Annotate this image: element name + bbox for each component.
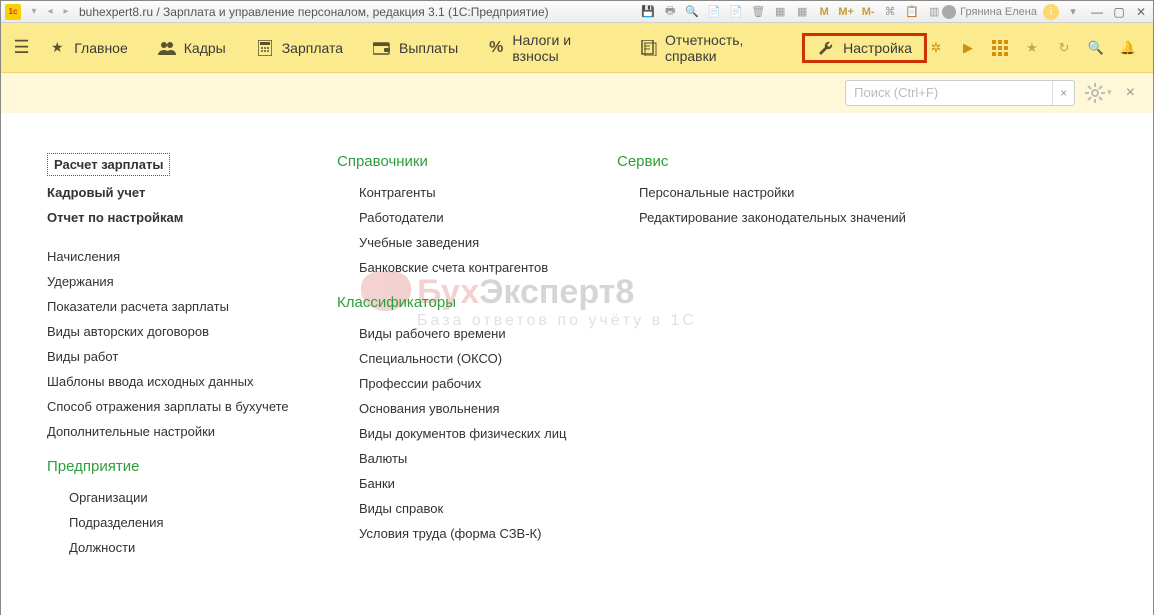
link-otchet-nastroikam[interactable]: Отчет по настройкам bbox=[47, 205, 307, 230]
link-vidy-sprav[interactable]: Виды справок bbox=[337, 496, 587, 521]
window-title: buhexpert8.ru / Зарплата и управление пе… bbox=[79, 5, 549, 19]
sun-icon[interactable]: ✲ bbox=[927, 39, 945, 57]
dropdown-icon[interactable]: ▾ bbox=[27, 5, 41, 19]
burger-icon[interactable]: ☰ bbox=[9, 37, 34, 58]
link-banki[interactable]: Банки bbox=[337, 471, 587, 496]
link-shablony[interactable]: Шаблоны ввода исходных данных bbox=[47, 369, 307, 394]
link-kontragenty[interactable]: Контрагенты bbox=[337, 180, 587, 205]
percent-icon: % bbox=[488, 39, 504, 57]
user-name: Грянина Елена bbox=[960, 6, 1037, 18]
link-vidy-rv[interactable]: Виды рабочего времени bbox=[337, 321, 587, 346]
link-sposob[interactable]: Способ отражения зарплаты в бухучете bbox=[47, 394, 307, 419]
link-nachisleniya[interactable]: Начисления bbox=[47, 244, 307, 269]
nav-zarplata[interactable]: Зарплата bbox=[242, 34, 357, 62]
memory-mminus[interactable]: M- bbox=[860, 4, 876, 20]
link-osnov[interactable]: Основания увольнения bbox=[337, 396, 587, 421]
tool-icon[interactable]: ▥ bbox=[926, 4, 942, 20]
people-icon bbox=[158, 41, 176, 55]
user-badge[interactable]: Грянина Елена bbox=[942, 5, 1037, 19]
link-icon[interactable]: ⌘ bbox=[882, 4, 898, 20]
memory-mplus[interactable]: M+ bbox=[838, 4, 854, 20]
nav-fwd-icon[interactable]: ▸ bbox=[59, 5, 73, 19]
gear-icon bbox=[1085, 83, 1105, 103]
trash-icon[interactable]: 🗑 bbox=[750, 4, 766, 20]
nav-vyplaty[interactable]: Выплаты bbox=[359, 34, 472, 62]
link-organizatsii[interactable]: Организации bbox=[47, 485, 307, 510]
user-avatar-icon bbox=[942, 5, 956, 19]
link-rabotodateli[interactable]: Работодатели bbox=[337, 205, 587, 230]
nav-main[interactable]: ★ Главное bbox=[34, 33, 142, 62]
calc-icon[interactable]: ▦ bbox=[772, 4, 788, 20]
group-klassifikatory: Классификаторы bbox=[337, 294, 587, 311]
arrow-icon[interactable]: ▶ bbox=[959, 39, 977, 57]
save-icon[interactable]: 💾 bbox=[640, 4, 656, 20]
apps-grid-icon[interactable] bbox=[991, 39, 1009, 57]
link-avtorskie[interactable]: Виды авторских договоров bbox=[47, 319, 307, 344]
nav-otchet[interactable]: Отчетность, справки bbox=[627, 26, 800, 70]
nav-nastroika[interactable]: Настройка bbox=[802, 33, 927, 63]
doc2-icon[interactable]: 📄 bbox=[728, 4, 744, 20]
help-dd-icon[interactable]: ▾ bbox=[1065, 4, 1081, 20]
link-kadrovyi-uchet[interactable]: Кадровый учет bbox=[47, 180, 307, 205]
print-icon[interactable]: 🖶 bbox=[662, 4, 678, 20]
star-icon: ★ bbox=[48, 39, 66, 56]
link-pokazateli[interactable]: Показатели расчета зарплаты bbox=[47, 294, 307, 319]
nav-kadry[interactable]: Кадры bbox=[144, 34, 240, 62]
link-raschet-zarplaty[interactable]: Расчет зарплаты bbox=[47, 153, 170, 176]
link-vidy-rabot[interactable]: Виды работ bbox=[47, 344, 307, 369]
settings-gear-button[interactable]: ▾ bbox=[1085, 83, 1112, 103]
sub-toolbar: × ▾ × bbox=[1, 73, 1153, 113]
window-close-icon[interactable]: ✕ bbox=[1133, 4, 1149, 20]
zoom-icon[interactable]: 🔍 bbox=[684, 4, 700, 20]
link-uchebnye[interactable]: Учебные заведения bbox=[337, 230, 587, 255]
link-vidy-dok[interactable]: Виды документов физических лиц bbox=[337, 421, 587, 446]
app-logo-icon: 1c bbox=[5, 4, 21, 20]
calculator-icon bbox=[256, 40, 274, 56]
nav-back-icon[interactable]: ◂ bbox=[43, 5, 57, 19]
link-valyuty[interactable]: Валюты bbox=[337, 446, 587, 471]
calendar-icon[interactable]: ▦ bbox=[794, 4, 810, 20]
group-spravochniki: Справочники bbox=[337, 153, 587, 170]
content-area: Бух Эксперт8 База ответов по учёту в 1С … bbox=[1, 113, 1153, 616]
link-usloviya[interactable]: Условия труда (форма СЗВ-К) bbox=[337, 521, 587, 546]
link-dolzhnosti[interactable]: Должности bbox=[47, 535, 307, 560]
window-restore-icon[interactable]: ▢ bbox=[1111, 4, 1127, 20]
wrench-icon bbox=[817, 40, 835, 56]
link-podrazdeleniya[interactable]: Подразделения bbox=[47, 510, 307, 535]
window-minimize-icon[interactable]: — bbox=[1089, 4, 1105, 20]
column-2: Справочники Контрагенты Работодатели Уче… bbox=[337, 153, 587, 560]
wallet-icon bbox=[373, 41, 391, 55]
link-bank-scheta[interactable]: Банковские счета контрагентов bbox=[337, 255, 587, 280]
search-nav-icon[interactable]: 🔍 bbox=[1087, 39, 1105, 57]
column-3: Сервис Персональные настройки Редактиров… bbox=[617, 153, 937, 560]
help-icon[interactable]: i bbox=[1043, 4, 1059, 20]
close-panel-icon[interactable]: × bbox=[1122, 84, 1139, 102]
favorite-icon[interactable]: ★ bbox=[1023, 39, 1041, 57]
doc1-icon[interactable]: 📄 bbox=[706, 4, 722, 20]
group-predpriyatie: Предприятие bbox=[47, 458, 307, 475]
search-box: × bbox=[845, 80, 1075, 106]
column-1: Расчет зарплаты Кадровый учет Отчет по н… bbox=[47, 153, 307, 560]
search-input[interactable] bbox=[846, 85, 1052, 100]
clip-icon[interactable]: 📋 bbox=[904, 4, 920, 20]
link-spec[interactable]: Специальности (ОКСО) bbox=[337, 346, 587, 371]
main-navbar: ☰ ★ Главное Кадры Зарплата Выплаты % Нал… bbox=[1, 23, 1153, 73]
search-clear-icon[interactable]: × bbox=[1052, 81, 1074, 105]
link-prof[interactable]: Профессии рабочих bbox=[337, 371, 587, 396]
nav-nalogi[interactable]: % Налоги и взносы bbox=[474, 26, 625, 70]
titlebar: 1c ▾ ◂ ▸ buhexpert8.ru / Зарплата и упра… bbox=[1, 1, 1153, 23]
link-dop[interactable]: Дополнительные настройки bbox=[47, 419, 307, 444]
group-servis: Сервис bbox=[617, 153, 937, 170]
link-redaktirovanie[interactable]: Редактирование законодательных значений bbox=[617, 205, 937, 230]
link-pers-nastroiki[interactable]: Персональные настройки bbox=[617, 180, 937, 205]
bell-icon[interactable]: 🔔 bbox=[1119, 39, 1137, 57]
report-icon bbox=[641, 40, 657, 56]
memory-m[interactable]: M bbox=[816, 4, 832, 20]
history-icon[interactable]: ↻ bbox=[1055, 39, 1073, 57]
link-uderzhaniya[interactable]: Удержания bbox=[47, 269, 307, 294]
